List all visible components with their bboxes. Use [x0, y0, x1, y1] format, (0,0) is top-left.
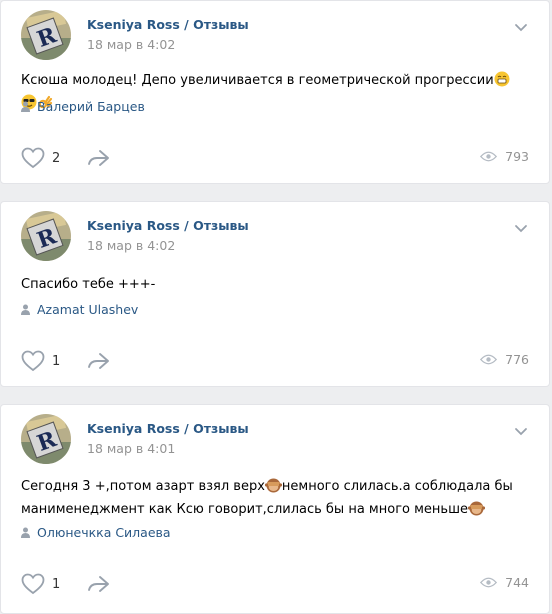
post-actions: 1 744 [21, 573, 529, 597]
person-icon [21, 304, 30, 315]
share-arrow-icon[interactable] [87, 148, 111, 168]
signer-link[interactable]: Олюнечкка Силаева [21, 525, 171, 540]
post-card: R Kseniya Ross / Отзывы 18 мар в 4:01 Се… [0, 404, 550, 614]
post-text-line: Ксюша молодец! Депо увеличивается в геом… [21, 73, 494, 88]
post-text: Сегодня 3 +,потом азарт взял верх немного… [21, 477, 519, 523]
views-counter: 793 [480, 149, 529, 164]
signer-link[interactable]: Валерий Барцев [21, 99, 145, 114]
post-actions: 1 776 [21, 350, 529, 374]
eye-icon [480, 354, 498, 365]
person-icon [21, 101, 30, 112]
post-text-line: немного слилась.а соблюдала бы [281, 479, 513, 494]
chevron-down-icon[interactable] [513, 425, 529, 437]
heart-icon [21, 350, 45, 372]
views-count: 776 [505, 352, 529, 367]
grinning-face-icon [494, 71, 510, 94]
author-link[interactable]: Kseniya Ross / Отзывы [87, 421, 249, 436]
avatar[interactable]: R [21, 211, 71, 261]
like-count: 1 [52, 353, 61, 369]
chevron-down-icon[interactable] [513, 222, 529, 234]
share-arrow-icon[interactable] [87, 351, 111, 371]
feed: R Kseniya Ross / Отзывы 18 мар в 4:02 Кс… [0, 0, 552, 614]
post-text-line: Сегодня 3 +,потом азарт взял верх [21, 479, 265, 494]
heart-icon [21, 147, 45, 169]
post-date[interactable]: 18 мар в 4:02 [87, 37, 175, 52]
see-no-evil-monkey-icon [467, 500, 486, 523]
signer-link[interactable]: Azamat Ulashev [21, 302, 138, 317]
like-button[interactable]: 2 [21, 147, 60, 169]
like-button[interactable]: 1 [21, 350, 60, 372]
author-link[interactable]: Kseniya Ross / Отзывы [87, 17, 249, 32]
share-arrow-icon[interactable] [87, 574, 111, 594]
views-count: 793 [505, 149, 529, 164]
post-text-line: манименеджмент как Ксю говорит,слилась б… [21, 502, 468, 517]
like-count: 1 [52, 576, 61, 592]
signer-name: Олюнечкка Силаева [37, 525, 171, 540]
post-card: R Kseniya Ross / Отзывы 18 мар в 4:02 Сп… [0, 201, 550, 387]
eye-icon [480, 151, 498, 162]
signer-name: Валерий Барцев [37, 99, 145, 114]
author-link[interactable]: Kseniya Ross / Отзывы [87, 218, 249, 233]
post-actions: 2 793 [21, 147, 529, 171]
heart-icon [21, 573, 45, 595]
views-count: 744 [505, 575, 529, 590]
avatar[interactable]: R [21, 414, 71, 464]
like-count: 2 [52, 150, 61, 166]
post-card: R Kseniya Ross / Отзывы 18 мар в 4:02 Кс… [0, 0, 550, 184]
eye-icon [480, 577, 498, 588]
views-counter: 776 [480, 352, 529, 367]
see-no-evil-monkey-icon [264, 477, 282, 500]
avatar[interactable]: R [21, 10, 71, 60]
signer-name: Azamat Ulashev [37, 302, 139, 317]
person-icon [21, 527, 30, 538]
chevron-down-icon[interactable] [513, 21, 529, 33]
post-date[interactable]: 18 мар в 4:01 [87, 441, 175, 456]
post-text-line: Спасибо тебе +++- [21, 277, 156, 292]
post-text: Спасибо тебе +++- [21, 275, 519, 295]
views-counter: 744 [480, 575, 529, 590]
post-date[interactable]: 18 мар в 4:02 [87, 238, 175, 253]
like-button[interactable]: 1 [21, 573, 60, 595]
